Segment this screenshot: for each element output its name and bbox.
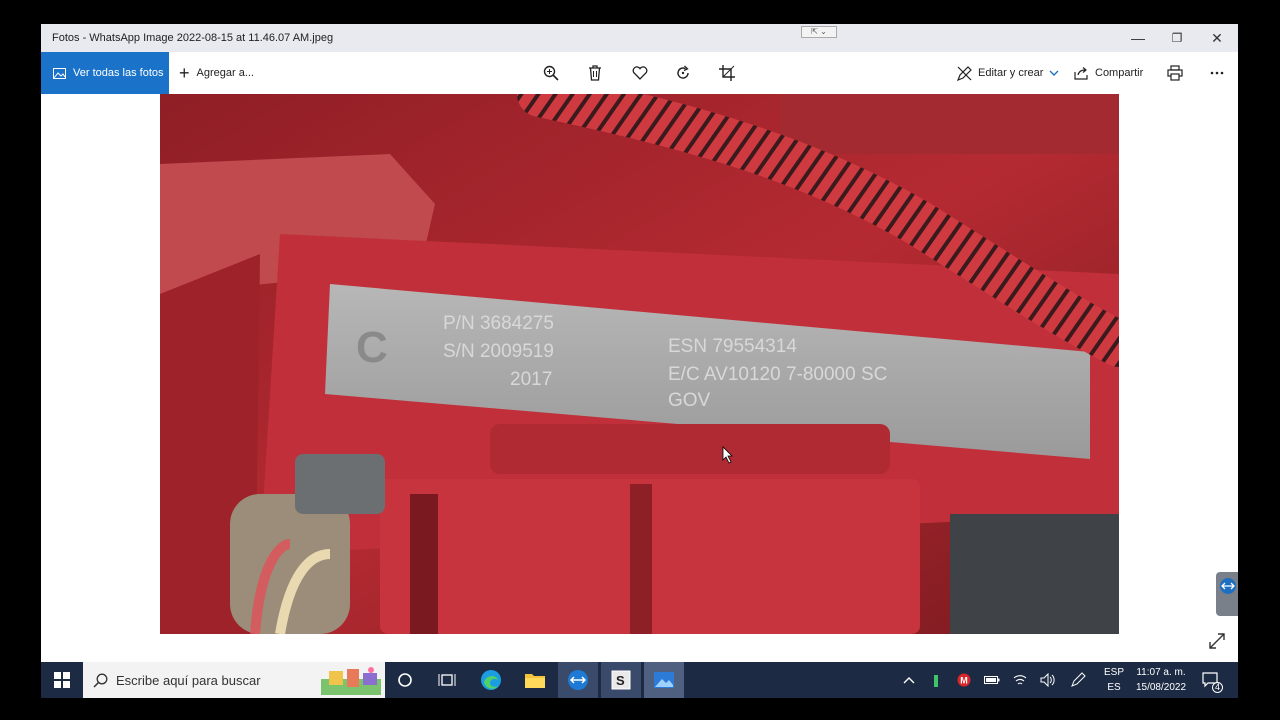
rotate-icon bbox=[677, 65, 689, 79]
task-view-icon bbox=[438, 674, 456, 686]
language-code: ESP bbox=[1103, 667, 1124, 678]
printer-icon bbox=[1167, 65, 1183, 81]
toolbar: Ver todas las fotos + Agregar a... Edita… bbox=[41, 52, 1238, 94]
plate-serial-number: S/N 2009519 bbox=[443, 341, 554, 362]
more-options-button[interactable] bbox=[1207, 63, 1227, 83]
photos-app-window: Fotos - WhatsApp Image 2022-08-15 at 11.… bbox=[41, 24, 1238, 662]
taskbar-clock[interactable]: 11:07 a. m. 15/08/2022 bbox=[1129, 665, 1193, 695]
keyboard-layout: ES bbox=[1107, 682, 1121, 693]
taskbar-search-box[interactable]: Escribe aquí para buscar bbox=[83, 662, 385, 698]
taskbar-teamviewer[interactable] bbox=[558, 662, 598, 698]
svg-text:S: S bbox=[616, 673, 625, 688]
tray-app-1[interactable] bbox=[925, 662, 947, 698]
plate-esn: ESN 79554314 bbox=[668, 336, 797, 357]
battery-indicator[interactable] bbox=[981, 662, 1003, 698]
taskbar-screen-recorder[interactable]: S bbox=[601, 662, 641, 698]
minimize-button[interactable]: — bbox=[1118, 24, 1158, 52]
notification-count: 4 bbox=[1211, 682, 1223, 693]
cortana-button[interactable] bbox=[385, 662, 425, 698]
clock-time: 11:07 a. m. bbox=[1136, 667, 1186, 678]
wifi-indicator[interactable] bbox=[1009, 662, 1031, 698]
view-all-label: Ver todas las fotos bbox=[73, 67, 164, 79]
share-label: Compartir bbox=[1095, 67, 1144, 79]
svg-text:C: C bbox=[356, 323, 388, 372]
pen-icon bbox=[1071, 672, 1086, 687]
clock-date: 15/08/2022 bbox=[1135, 682, 1187, 693]
chevron-up-icon bbox=[903, 677, 915, 684]
plus-icon: + bbox=[179, 63, 190, 83]
usb-icon bbox=[934, 675, 938, 687]
search-highlight-illustration bbox=[321, 667, 381, 695]
windows-icon bbox=[54, 672, 70, 688]
window-title: Fotos - WhatsApp Image 2022-08-15 at 11.… bbox=[52, 32, 334, 44]
photos-icon bbox=[53, 67, 66, 79]
taskbar-file-explorer[interactable] bbox=[515, 662, 555, 698]
plate-year: 2017 bbox=[510, 369, 552, 390]
photos-app-icon bbox=[654, 672, 674, 688]
trash-icon bbox=[589, 65, 601, 81]
folder-icon bbox=[525, 674, 545, 688]
edit-label: Editar y crear bbox=[978, 67, 1044, 79]
add-to-button[interactable]: + Agregar a... bbox=[179, 52, 254, 94]
taskbar: Escribe aquí para buscar S M ESP ES 11:0… bbox=[41, 662, 1238, 698]
edge-icon bbox=[481, 670, 501, 690]
more-icon bbox=[1210, 71, 1224, 75]
view-all-photos-button[interactable]: Ver todas las fotos bbox=[41, 52, 169, 94]
battery-icon bbox=[984, 676, 1000, 684]
zoom-button[interactable] bbox=[541, 63, 561, 83]
recorder-icon: S bbox=[611, 670, 631, 690]
title-bar[interactable]: Fotos - WhatsApp Image 2022-08-15 at 11.… bbox=[41, 24, 1238, 52]
volume-indicator[interactable] bbox=[1037, 662, 1059, 698]
full-screen-button[interactable] bbox=[1207, 631, 1227, 651]
input-language-indicator[interactable]: ESP ES bbox=[1099, 665, 1129, 695]
plate-part-number: P/N 3684275 bbox=[443, 313, 554, 334]
search-icon bbox=[93, 673, 108, 688]
taskbar-edge[interactable] bbox=[471, 662, 511, 698]
zoom-icon bbox=[543, 65, 559, 81]
favorite-button[interactable] bbox=[630, 63, 650, 83]
heart-icon bbox=[632, 66, 648, 80]
print-button[interactable] bbox=[1165, 63, 1185, 83]
chevron-down-icon bbox=[1049, 70, 1059, 76]
svg-text:M: M bbox=[960, 676, 968, 686]
maximize-button[interactable]: ❐ bbox=[1157, 24, 1197, 52]
cortana-icon bbox=[398, 673, 412, 687]
desktop-screen: Fotos - WhatsApp Image 2022-08-15 at 11.… bbox=[0, 0, 1280, 720]
start-button[interactable] bbox=[41, 662, 83, 698]
wifi-icon bbox=[1013, 675, 1027, 685]
engine-photo: C P/N 3684275 S/N 2009519 2017 ESN 79554… bbox=[160, 94, 1119, 634]
delete-button[interactable] bbox=[585, 63, 605, 83]
snap-layout-handle[interactable]: ⇱ ⌄ bbox=[801, 26, 837, 38]
tray-app-2[interactable]: M bbox=[953, 662, 975, 698]
expand-icon bbox=[1209, 633, 1225, 649]
crop-icon bbox=[719, 65, 735, 81]
edit-and-create-button[interactable]: Editar y crear bbox=[957, 52, 1059, 94]
edit-icon bbox=[957, 65, 972, 81]
notification-center-button[interactable]: 4 bbox=[1199, 662, 1223, 698]
photo-viewer-image[interactable]: C P/N 3684275 S/N 2009519 2017 ESN 79554… bbox=[160, 94, 1119, 634]
task-view-button[interactable] bbox=[427, 662, 467, 698]
pen-workspace-button[interactable] bbox=[1067, 662, 1089, 698]
teamviewer-icon bbox=[568, 670, 588, 690]
share-button[interactable]: Compartir bbox=[1074, 52, 1143, 94]
teamviewer-icon bbox=[1220, 578, 1236, 594]
show-hidden-icons-button[interactable] bbox=[897, 662, 921, 698]
antivirus-icon: M bbox=[957, 673, 971, 687]
plate-gov: GOV bbox=[668, 390, 711, 411]
add-to-label: Agregar a... bbox=[196, 67, 254, 79]
crop-button[interactable] bbox=[717, 63, 737, 83]
speaker-icon bbox=[1040, 673, 1055, 687]
search-placeholder: Escribe aquí para buscar bbox=[116, 672, 261, 688]
share-icon bbox=[1074, 67, 1088, 80]
close-button[interactable]: ✕ bbox=[1197, 24, 1237, 52]
taskbar-photos[interactable] bbox=[644, 662, 684, 698]
plate-ec: E/C AV10120 7-80000 SC bbox=[668, 364, 887, 385]
teamviewer-side-tab[interactable] bbox=[1216, 572, 1238, 616]
rotate-button[interactable] bbox=[673, 63, 693, 83]
